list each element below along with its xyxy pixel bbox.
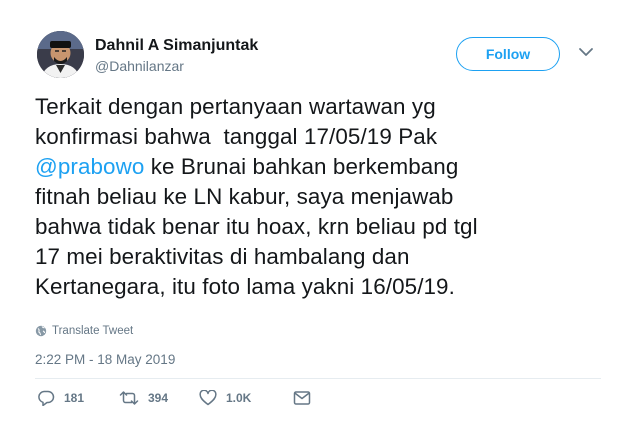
tweet-line-text: ke Brunai bahkan berkembang — [144, 154, 459, 179]
globe-icon — [35, 325, 47, 337]
author-handle[interactable]: @Dahnilanzar — [95, 58, 184, 74]
reply-icon — [38, 390, 55, 406]
follow-button[interactable]: Follow — [456, 37, 560, 71]
divider — [35, 378, 601, 379]
tweet-text: Terkait dengan pertanyaan wartawan yg ko… — [35, 92, 615, 302]
action-bar: 181 394 1.0K — [37, 389, 311, 407]
retweet-button[interactable]: 394 — [119, 390, 199, 406]
tweet-line: Terkait dengan pertanyaan wartawan yg — [35, 94, 436, 119]
translate-tweet-link[interactable]: Translate Tweet — [35, 325, 133, 337]
author-name[interactable]: Dahnil A Simanjuntak — [95, 37, 258, 55]
tweet-line: Kertanegara, itu foto lama yakni 16/05/1… — [35, 274, 455, 299]
direct-message-button[interactable] — [293, 390, 311, 406]
tweet-line: konfirmasi bahwa tanggal 17/05/19 Pak — [35, 124, 438, 149]
tweet-line: 17 mei beraktivitas di hambalang dan — [35, 244, 410, 269]
tweet-line: bahwa tidak benar itu hoax, krn beliau p… — [35, 214, 478, 239]
timestamp[interactable]: 2:22 PM - 18 May 2019 — [35, 352, 175, 367]
avatar-photo — [37, 31, 84, 78]
avatar[interactable] — [37, 31, 84, 78]
tweet-line: @prabowo ke Brunai bahkan berkembang — [35, 152, 615, 182]
translate-label: Translate Tweet — [52, 325, 134, 337]
tweet-line: fitnah beliau ke LN kabur, saya menjawab — [35, 184, 454, 209]
reply-count: 181 — [64, 391, 85, 405]
heart-icon — [199, 390, 217, 406]
like-button[interactable]: 1.0K — [199, 390, 293, 406]
mention-link[interactable]: @prabowo — [35, 154, 144, 179]
retweet-count: 394 — [148, 391, 169, 405]
chevron-down-icon[interactable] — [578, 46, 594, 58]
envelope-icon — [293, 391, 311, 405]
reply-button[interactable]: 181 — [37, 390, 119, 406]
like-count: 1.0K — [226, 391, 252, 405]
retweet-icon — [119, 391, 139, 405]
